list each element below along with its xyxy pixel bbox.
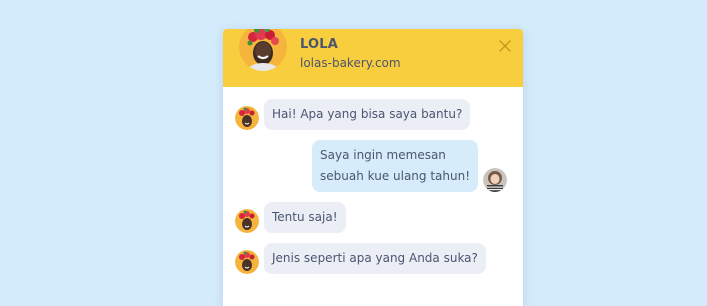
message-row: Hai! Apa yang bisa saya bantu? bbox=[235, 99, 471, 130]
incoming-message-bubble: Jenis seperti apa yang Anda suka? bbox=[264, 243, 486, 274]
message-row: Jenis seperti apa yang Anda suka? bbox=[235, 243, 486, 274]
message-row: Saya ingin memesan sebuah kue ulang tahu… bbox=[312, 140, 508, 192]
outgoing-message-bubble: Saya ingin memesan sebuah kue ulang tahu… bbox=[312, 140, 479, 192]
agent-avatar-icon bbox=[235, 106, 259, 130]
agent-name: LOLA bbox=[300, 37, 339, 52]
user-avatar-icon bbox=[483, 168, 508, 192]
agent-website: lolas-bakery.com bbox=[300, 56, 401, 70]
agent-avatar-icon bbox=[235, 209, 259, 233]
close-icon bbox=[499, 40, 511, 52]
message-row: Tentu saja! bbox=[235, 202, 346, 233]
close-button[interactable] bbox=[497, 38, 513, 54]
agent-avatar-icon bbox=[239, 29, 287, 71]
outgoing-message-line: sebuah kue ulang tahun! bbox=[320, 169, 471, 183]
incoming-message-bubble: Hai! Apa yang bisa saya bantu? bbox=[264, 99, 471, 130]
chat-header: LOLA lolas-bakery.com bbox=[223, 29, 523, 87]
incoming-message-bubble: Tentu saja! bbox=[264, 202, 346, 233]
outgoing-message-line: Saya ingin memesan bbox=[320, 148, 446, 162]
chat-widget: LOLA lolas-bakery.com Hai! Apa yang bisa… bbox=[223, 29, 523, 306]
agent-avatar-icon bbox=[235, 250, 259, 274]
message-list: Hai! Apa yang bisa saya bantu? Saya ingi… bbox=[223, 87, 523, 306]
